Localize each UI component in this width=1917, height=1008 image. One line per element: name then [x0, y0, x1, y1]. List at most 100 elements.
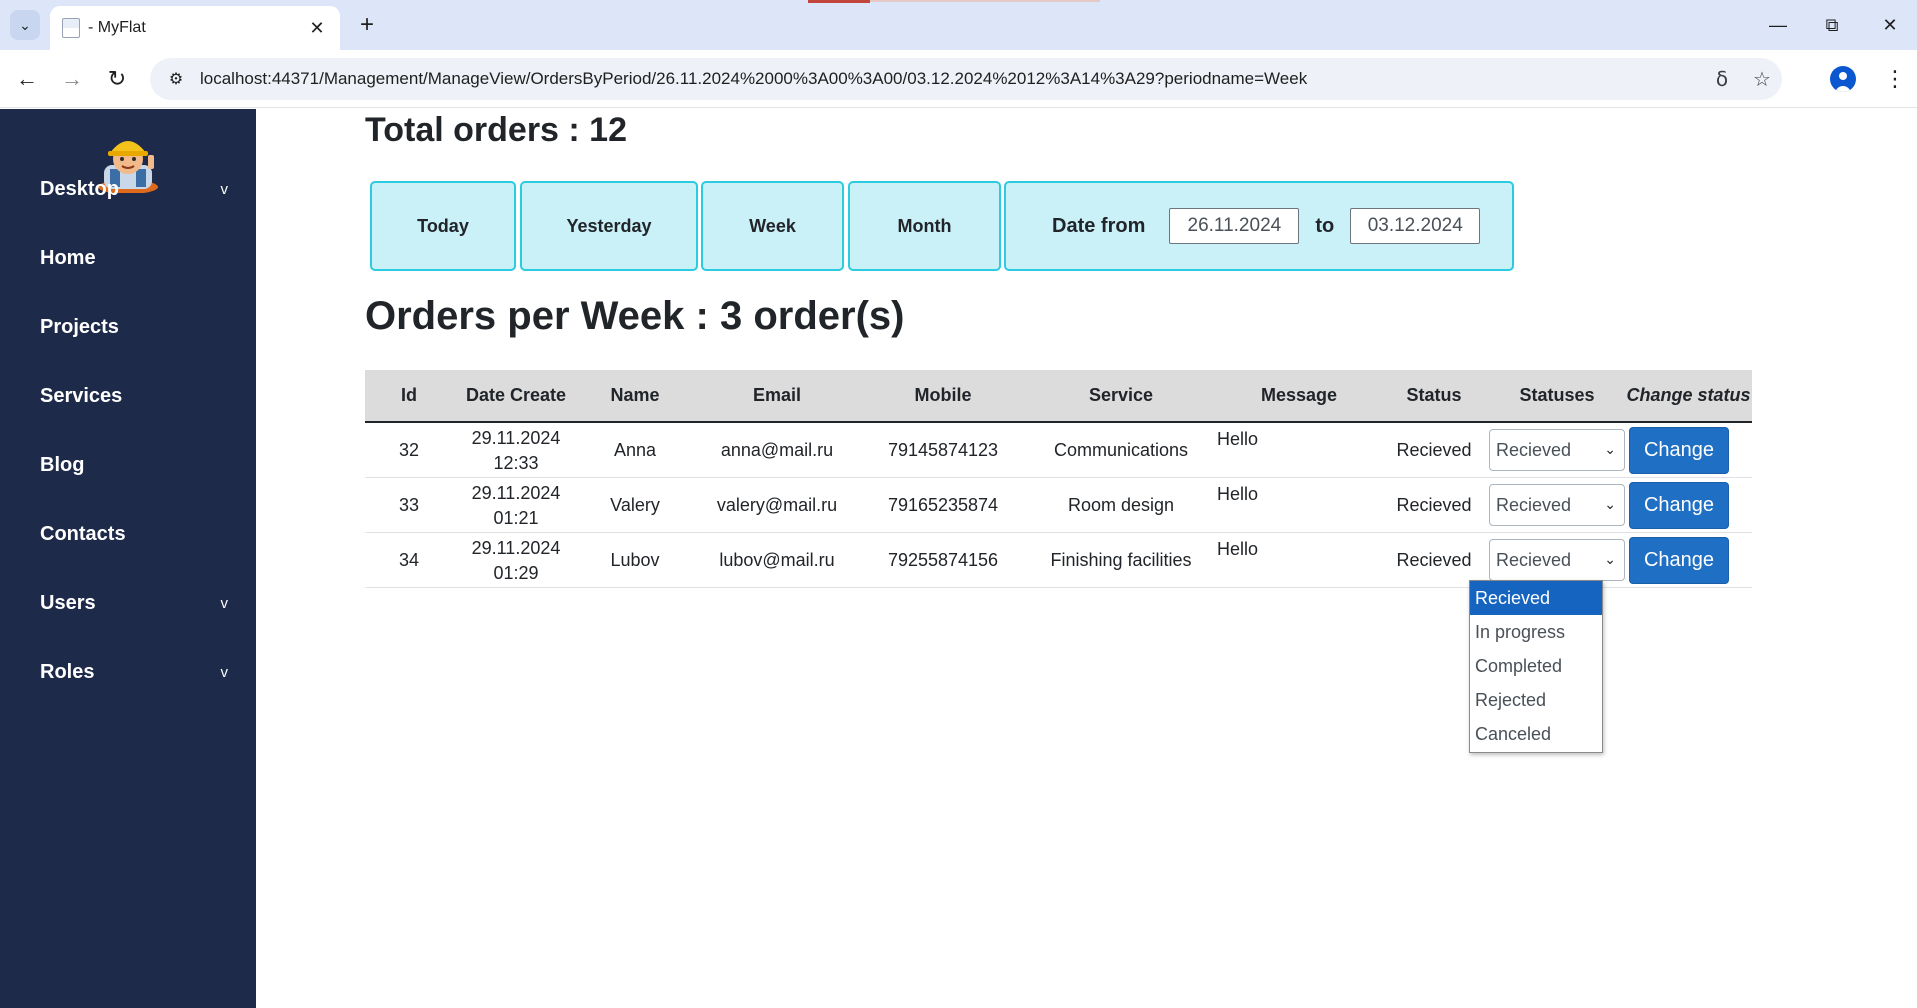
window-close-icon[interactable]: ✕: [1870, 8, 1910, 42]
column-header-service: Service: [1088, 385, 1154, 405]
sidebar: Desktop v Home Projects Services Blog Co…: [0, 109, 256, 1008]
translate-icon[interactable]: ẟ: [1702, 62, 1742, 96]
sidebar-item-label: Roles: [40, 660, 95, 683]
change-status-button[interactable]: Change: [1629, 482, 1729, 529]
cell-time: 01:21: [493, 507, 539, 528]
date-to-label: to: [1315, 214, 1335, 237]
cell-status: Recieved: [1396, 495, 1472, 515]
tab-title: - MyFlat: [88, 19, 146, 36]
sidebar-item-projects[interactable]: Projects: [40, 307, 240, 347]
sidebar-item-home[interactable]: Home: [40, 238, 240, 278]
period-yesterday-button[interactable]: Yesterday: [520, 181, 698, 271]
tab-close-icon[interactable]: ✕: [306, 18, 328, 39]
browser-toolbar: ← → ↻ ⚙ localhost:44371/Management/Manag…: [0, 50, 1917, 108]
orders-table: Id Date Create Name Email Mobile Service…: [365, 370, 1752, 588]
status-select[interactable]: Recieved ⌄: [1489, 484, 1625, 526]
browser-menu-icon[interactable]: ⋮: [1880, 62, 1910, 96]
profile-avatar-icon[interactable]: [1830, 66, 1856, 92]
period-today-button[interactable]: Today: [370, 181, 516, 271]
sidebar-item-contacts[interactable]: Contacts: [40, 514, 240, 554]
cell-service: Communications: [1053, 440, 1189, 460]
cell-id: 33: [398, 495, 420, 515]
status-select-value: Recieved: [1496, 549, 1572, 570]
tab-strip-accent-light: [870, 0, 1100, 2]
sidebar-item-blog[interactable]: Blog: [40, 445, 240, 485]
date-from-input[interactable]: 26.11.2024: [1169, 208, 1300, 244]
dropdown-option-canceled[interactable]: Canceled: [1470, 717, 1602, 751]
column-header-status: Status: [1406, 385, 1462, 405]
site-info-icon[interactable]: ⚙: [154, 62, 198, 96]
status-select-value: Recieved: [1496, 439, 1572, 460]
chevron-down-icon: ⌄: [1604, 551, 1616, 567]
cell-date: 29.11.2024: [471, 482, 561, 503]
column-header-date-create: Date Create: [465, 385, 567, 405]
table-row: 33 29.11.2024 01:21 Valery valery@mail.r…: [365, 478, 1752, 533]
sidebar-item-roles[interactable]: Roles v: [40, 652, 240, 692]
bookmark-star-icon[interactable]: ☆: [1742, 62, 1782, 96]
period-month-button[interactable]: Month: [848, 181, 1001, 271]
sidebar-item-label: Blog: [40, 453, 85, 476]
reload-icon[interactable]: ↻: [100, 62, 134, 96]
cell-date-create: 29.11.2024 01:21: [453, 478, 579, 533]
dropdown-option-in-progress[interactable]: In progress: [1470, 615, 1602, 649]
cell-id: 32: [398, 440, 420, 460]
column-header-mobile: Mobile: [914, 385, 972, 405]
chevron-down-icon: ⌄: [1604, 441, 1616, 457]
sidebar-item-services[interactable]: Services: [40, 376, 240, 416]
minimize-icon[interactable]: —: [1758, 8, 1798, 42]
sidebar-item-desktop[interactable]: Desktop v: [40, 169, 240, 209]
status-select-value: Recieved: [1496, 494, 1572, 515]
cell-message: Hello: [1217, 539, 1259, 559]
sidebar-item-label: Desktop: [40, 177, 119, 200]
date-from-label: Date from: [1052, 214, 1146, 237]
cell-date-create: 29.11.2024 12:33: [453, 423, 579, 478]
change-status-button[interactable]: Change: [1629, 537, 1729, 584]
status-select[interactable]: Recieved ⌄: [1489, 429, 1625, 471]
url-text[interactable]: localhost:44371/Management/ManageView/Or…: [200, 69, 1702, 89]
cell-message: Hello: [1217, 484, 1259, 504]
cell-mobile: 79165235874: [887, 495, 999, 515]
period-week-button[interactable]: Week: [701, 181, 844, 271]
status-select[interactable]: Recieved ⌄: [1489, 539, 1625, 581]
date-range-box: Date from 26.11.2024 to 03.12.2024: [1004, 181, 1514, 271]
dropdown-option-rejected[interactable]: Rejected: [1470, 683, 1602, 717]
cell-email: valery@mail.ru: [716, 495, 838, 515]
column-header-change-status: Change status: [1626, 385, 1751, 405]
dropdown-option-completed[interactable]: Completed: [1470, 649, 1602, 683]
main-content: Total orders : 12 Today Yesterday Week M…: [256, 109, 1917, 1008]
tab-search-icon[interactable]: ⌄: [10, 10, 40, 40]
chevron-down-icon: v: [220, 663, 229, 681]
sidebar-item-label: Users: [40, 591, 96, 614]
address-bar[interactable]: ⚙ localhost:44371/Management/ManageView/…: [150, 58, 1782, 100]
orders-per-period-heading: Orders per Week : 3 order(s): [365, 294, 905, 338]
browser-tab-bar: ⌄ - MyFlat ✕ + — ⧉ ✕: [0, 0, 1917, 50]
table-row: 32 29.11.2024 12:33 Anna anna@mail.ru 79…: [365, 423, 1752, 478]
cell-id: 34: [398, 550, 420, 570]
cell-email: anna@mail.ru: [720, 440, 834, 460]
sidebar-item-users[interactable]: Users v: [40, 583, 240, 623]
forward-icon[interactable]: →: [55, 62, 89, 96]
cell-name: Anna: [613, 440, 657, 460]
sidebar-item-label: Services: [40, 384, 123, 407]
column-header-name: Name: [610, 385, 660, 405]
cell-mobile: 79145874123: [887, 440, 999, 460]
restore-icon[interactable]: ⧉: [1812, 8, 1852, 42]
cell-date: 29.11.2024: [471, 537, 561, 558]
back-icon[interactable]: ←: [10, 62, 44, 96]
column-header-statuses: Statuses: [1519, 385, 1595, 405]
cell-name: Valery: [610, 495, 660, 515]
change-status-button[interactable]: Change: [1629, 427, 1729, 474]
column-header-id: Id: [401, 385, 417, 405]
cell-status: Recieved: [1396, 440, 1472, 460]
browser-tab[interactable]: - MyFlat ✕: [50, 6, 340, 50]
sidebar-item-label: Contacts: [40, 522, 126, 545]
sidebar-item-label: Home: [40, 246, 96, 269]
new-tab-icon[interactable]: +: [352, 10, 382, 40]
chevron-down-icon: ⌄: [1604, 496, 1616, 512]
date-to-input[interactable]: 03.12.2024: [1350, 208, 1481, 244]
dropdown-option-recieved[interactable]: Recieved: [1470, 581, 1602, 615]
tab-strip-accent: [808, 0, 870, 3]
page-favicon-icon: [62, 18, 80, 38]
cell-date-create: 29.11.2024 01:29: [453, 533, 579, 588]
cell-mobile: 79255874156: [887, 550, 999, 570]
